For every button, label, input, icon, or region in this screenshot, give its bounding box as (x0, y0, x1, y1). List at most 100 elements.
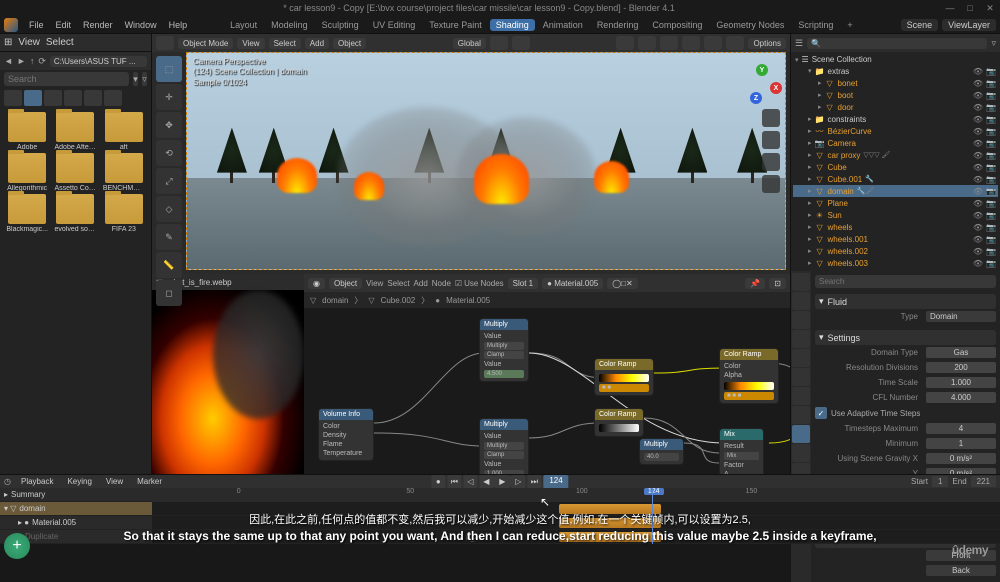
overlay-icon[interactable] (616, 36, 634, 50)
render-icon[interactable]: 📷 (986, 163, 996, 172)
slot-selector[interactable]: Slot 1 (508, 278, 538, 289)
start-frame-field[interactable]: 1 (932, 476, 948, 487)
select-tool-icon[interactable]: ⬚ (156, 56, 182, 82)
add-button[interactable]: + (4, 533, 30, 559)
fb-back-icon[interactable]: ◄ (4, 56, 13, 66)
node-value-input[interactable]: 4.500 (484, 370, 524, 378)
breadcrumb-mat[interactable]: Material.005 (446, 296, 490, 305)
rotate-tool-icon[interactable]: ⟲ (156, 140, 182, 166)
ne-view[interactable]: View (366, 279, 383, 288)
vp-select-menu[interactable]: Select (269, 38, 301, 49)
render-icon[interactable]: 📷 (986, 211, 996, 220)
node-socket[interactable]: Color (323, 422, 369, 431)
ne-pin-icon[interactable]: 📌 (745, 278, 765, 289)
menu-help[interactable]: Help (164, 20, 193, 30)
keyframe-clip[interactable] (559, 504, 661, 514)
menu-file[interactable]: File (24, 20, 49, 30)
fb-view3-icon[interactable] (44, 90, 62, 106)
node-socket[interactable]: Value (484, 360, 524, 369)
node-socket[interactable]: Flame (323, 440, 369, 449)
outliner-row[interactable]: ▸▽Cube.001 🔧👁📷 (793, 173, 998, 185)
track-row[interactable] (152, 502, 1000, 516)
tab-scripting[interactable]: Scripting (792, 19, 839, 31)
transform-tool-icon[interactable]: ◇ (156, 196, 182, 222)
folder-item[interactable]: Adobe (4, 112, 50, 151)
minimize-button[interactable]: — (944, 3, 956, 14)
prop-value[interactable]: 0 m/s² (926, 453, 996, 464)
colorramp-bar[interactable] (599, 424, 639, 432)
prop-value[interactable]: 200 (926, 362, 996, 373)
eye-icon[interactable]: 👁 (973, 235, 983, 244)
eye-icon[interactable]: 👁 (973, 151, 983, 160)
node-colorramp[interactable]: Color Ramp ■ ■ (594, 358, 654, 396)
outliner-row[interactable]: ▸▽wheels.003👁📷 (793, 257, 998, 269)
outliner-search[interactable]: 🔍 (807, 38, 987, 49)
ne-new-icon[interactable]: ◯□✕ (607, 278, 638, 289)
eye-icon[interactable]: 👁 (973, 199, 983, 208)
ne-select[interactable]: Select (387, 279, 409, 288)
eye-icon[interactable]: 👁 (973, 91, 983, 100)
camera-icon[interactable] (762, 153, 780, 171)
timeline-editor-icon[interactable]: ◷ (4, 477, 11, 486)
outliner-row[interactable]: ▸▽door👁📷 (793, 101, 998, 113)
track-domain[interactable]: ▾ ▽ domain (0, 502, 152, 516)
node-socket[interactable]: Result (724, 442, 759, 451)
physics-tab-icon[interactable] (792, 425, 810, 443)
outliner-row[interactable]: ▾📁extras👁📷 (793, 65, 998, 77)
shading-matprev-icon[interactable] (704, 36, 722, 50)
eye-icon[interactable]: 👁 (973, 187, 983, 196)
node-socket[interactable]: Value (484, 432, 524, 441)
eye-icon[interactable]: 👁 (973, 79, 983, 88)
adaptive-checkbox[interactable]: ✓ (815, 407, 827, 419)
orientation-selector[interactable]: Global (453, 38, 486, 49)
render-icon[interactable]: 📷 (986, 235, 996, 244)
node-clamp-field[interactable]: Clamp (484, 351, 524, 359)
fire-image[interactable] (152, 290, 304, 474)
menu-edit[interactable]: Edit (51, 20, 77, 30)
track-material[interactable]: ▸ ● Material.005 (0, 516, 152, 530)
frame-marker[interactable]: 124 (644, 488, 664, 495)
tab-rendering[interactable]: Rendering (591, 19, 645, 31)
axis-y-icon[interactable]: Y (756, 64, 768, 76)
fb-settings-icon[interactable] (104, 90, 122, 106)
pan-icon[interactable] (762, 131, 780, 149)
outliner-row[interactable]: ▸〰BézierCurve👁📷 (793, 125, 998, 137)
3d-viewport[interactable]: Object Mode View Select Add Object Globa… (152, 34, 790, 274)
breadcrumb-cube[interactable]: Cube.002 (381, 296, 416, 305)
tl-playback-menu[interactable]: Playback (17, 476, 57, 487)
eye-icon[interactable]: 👁 (973, 115, 983, 124)
ne-editor-icon[interactable]: ◉ (308, 278, 325, 289)
node-socket[interactable]: Value (484, 460, 524, 469)
axis-x-icon[interactable]: X (770, 82, 782, 94)
folder-item[interactable]: BENCHMARK (101, 153, 147, 192)
move-tool-icon[interactable]: ✥ (156, 112, 182, 138)
eye-icon[interactable]: 👁 (973, 163, 983, 172)
options-button[interactable]: Options (748, 38, 786, 49)
fb-editor-icon[interactable]: ⊞ (4, 37, 12, 48)
zoom-icon[interactable] (762, 109, 780, 127)
render-icon[interactable]: 📷 (986, 151, 996, 160)
back-toggle[interactable]: Back (926, 565, 996, 576)
render-icon[interactable]: 📷 (986, 127, 996, 136)
keyframe-next-icon[interactable]: ▷ (511, 475, 525, 489)
annotate-tool-icon[interactable]: ✎ (156, 224, 182, 250)
outliner-row[interactable]: ▸▽bonet👁📷 (793, 77, 998, 89)
fb-filter-icon[interactable]: ▿ (142, 72, 147, 86)
node-volume-info[interactable]: Volume Info Color Density Flame Temperat… (318, 408, 374, 461)
end-frame-field[interactable]: 221 (971, 476, 996, 487)
viewlayer-selector[interactable]: ViewLayer (942, 19, 996, 31)
tl-keying-menu[interactable]: Keying (63, 476, 95, 487)
node-multiply[interactable]: Multiply 40.0 (639, 438, 684, 465)
axis-z-icon[interactable]: Z (750, 92, 762, 104)
keyframe-clip[interactable] (559, 532, 661, 542)
play-icon[interactable]: ▶ (495, 475, 509, 489)
close-button[interactable]: ✕ (984, 3, 996, 14)
world-tab-icon[interactable] (792, 349, 810, 367)
outliner-row[interactable]: ▸📷Camera👁📷 (793, 137, 998, 149)
constraint-tab-icon[interactable] (792, 444, 810, 462)
folder-item[interactable]: aft (101, 112, 147, 151)
colorramp-bar[interactable] (724, 382, 774, 390)
eye-icon[interactable]: 👁 (973, 139, 983, 148)
node-canvas[interactable]: Volume Info Color Density Flame Temperat… (304, 308, 790, 474)
node-socket[interactable]: Temperature (323, 449, 369, 458)
